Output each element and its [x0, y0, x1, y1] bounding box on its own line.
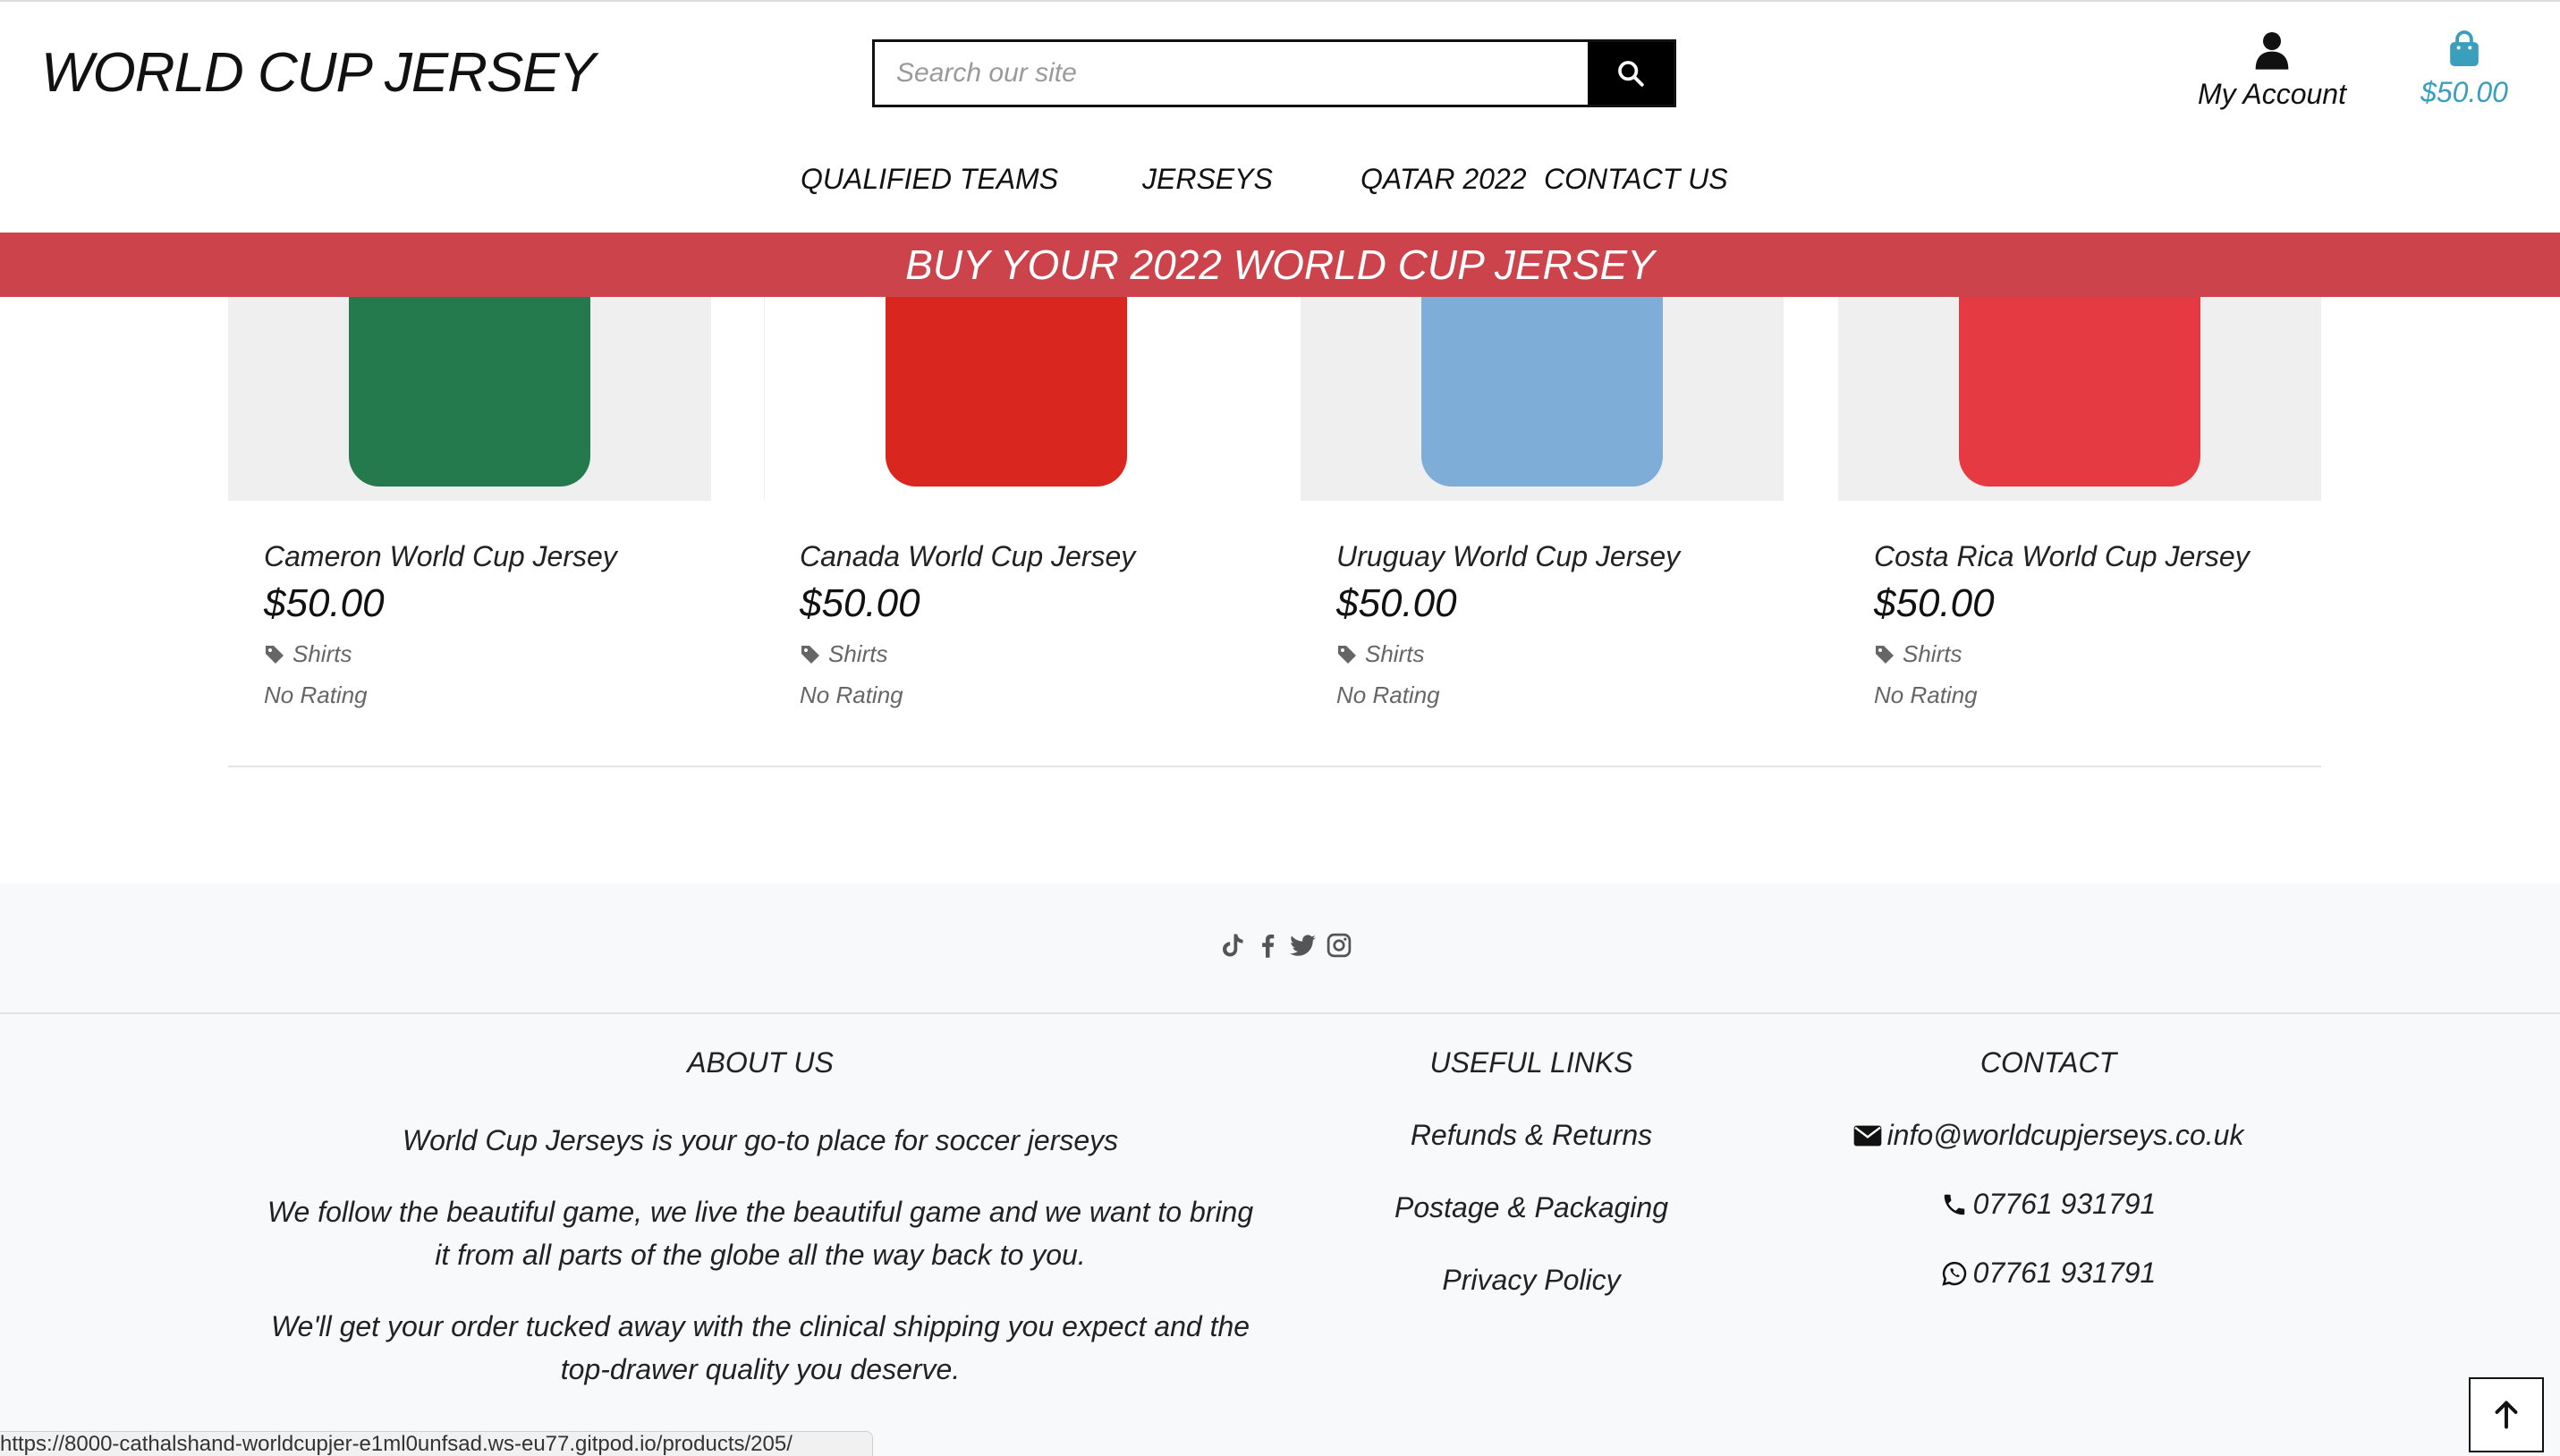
useful-links-section: USEFUL LINKS Refunds & Returns Postage &… — [1352, 1046, 1710, 1336]
my-account-label: My Account — [2198, 78, 2346, 110]
shopping-bag-icon — [2450, 30, 2479, 66]
product-rating: No Rating — [800, 681, 903, 708]
site-footer: ABOUT US World Cup Jerseys is your go-to… — [0, 884, 2560, 1456]
product-card[interactable]: Uruguay World Cup Jersey $50.00 Shirts N… — [1301, 297, 1784, 708]
social-links — [1216, 930, 1354, 961]
contact-whatsapp[interactable]: 07761 931791 — [1825, 1257, 2272, 1290]
promo-banner: BUY YOUR 2022 WORLD CUP JERSEY — [0, 233, 2560, 297]
my-account-link[interactable]: My Account — [2183, 30, 2361, 111]
twitter-icon[interactable] — [1288, 930, 1318, 961]
nav-qualified-teams[interactable]: QUALIFIED TEAMS — [801, 163, 1058, 196]
product-category-label: Shirts — [828, 640, 888, 667]
product-card[interactable]: Cameron World Cup Jersey $50.00 Shirts N… — [228, 297, 711, 708]
product-card[interactable]: Canada World Cup Jersey $50.00 Shirts No… — [764, 297, 1248, 708]
product-card[interactable]: Costa Rica World Cup Jersey $50.00 Shirt… — [1838, 297, 2321, 708]
product-price: $50.00 — [1336, 581, 1457, 625]
postage-packaging-link[interactable]: Postage & Packaging — [1352, 1191, 1710, 1224]
cart-total: $50.00 — [2420, 76, 2508, 108]
phone-icon — [1944, 1194, 1964, 1215]
tiktok-icon[interactable] — [1216, 930, 1247, 961]
site-logo[interactable]: WORLD CUP JERSEY — [41, 41, 596, 105]
tag-icon — [801, 645, 819, 664]
cart-link[interactable]: $50.00 — [2397, 30, 2531, 109]
product-price: $50.00 — [1874, 581, 1995, 625]
nav-contact-us[interactable]: CONTACT US — [1544, 163, 1728, 196]
contact-whatsapp-text: 07761 931791 — [1972, 1257, 2157, 1289]
back-to-top-button[interactable] — [2469, 1377, 2544, 1452]
product-name[interactable]: Canada World Cup Jersey — [800, 540, 1135, 573]
main-nav: QUALIFIED TEAMS JERSEYS QATAR 2022 CONTA… — [0, 163, 2560, 204]
product-image[interactable] — [764, 297, 1248, 501]
contact-heading: CONTACT — [1979, 1046, 2117, 1079]
about-us-text: World Cup Jerseys is your go-to place fo… — [402, 1124, 1119, 1156]
top-border — [0, 0, 2560, 2]
product-image[interactable] — [228, 297, 711, 501]
jersey-image — [1959, 297, 2200, 487]
arrow-up-icon — [2495, 1401, 2518, 1429]
jersey-image — [1421, 297, 1663, 487]
tag-icon — [1338, 645, 1356, 664]
product-image[interactable] — [1838, 297, 2321, 501]
contact-phone[interactable]: 07761 931791 — [1825, 1188, 2272, 1221]
product-name[interactable]: Costa Rica World Cup Jersey — [1874, 540, 2250, 573]
tag-icon — [1876, 645, 1894, 664]
search-button[interactable] — [1588, 42, 1674, 105]
whatsapp-icon — [1942, 1261, 1966, 1286]
about-us-section: ABOUT US World Cup Jerseys is your go-to… — [264, 1046, 1257, 1419]
privacy-policy-link[interactable]: Privacy Policy — [1352, 1264, 1710, 1297]
about-us-text: We'll get your order tucked away with th… — [270, 1310, 1250, 1385]
instagram-icon[interactable] — [1324, 930, 1354, 961]
product-name[interactable]: Uruguay World Cup Jersey — [1336, 540, 1680, 573]
product-price: $50.00 — [800, 581, 920, 625]
contact-email-text: info@worldcupjerseys.co.uk — [1886, 1119, 2244, 1151]
contact-section: CONTACT info@worldcupjerseys.co.uk 07761… — [1825, 1046, 2272, 1325]
product-grid-divider — [228, 766, 2321, 767]
product-rating: No Rating — [1336, 681, 1440, 708]
product-category[interactable]: Shirts — [800, 640, 887, 668]
product-category-label: Shirts — [292, 640, 352, 667]
product-image[interactable] — [1301, 297, 1784, 501]
product-category[interactable]: Shirts — [264, 640, 352, 668]
product-category[interactable]: Shirts — [1336, 640, 1424, 668]
refunds-returns-link[interactable]: Refunds & Returns — [1352, 1119, 1710, 1152]
envelope-icon — [1853, 1125, 1881, 1146]
product-rating: No Rating — [1874, 681, 1978, 708]
product-category-label: Shirts — [1365, 640, 1425, 667]
facebook-icon[interactable] — [1252, 930, 1283, 961]
contact-phone-text: 07761 931791 — [1972, 1188, 2157, 1220]
product-category[interactable]: Shirts — [1874, 640, 1962, 668]
search-form — [872, 39, 1676, 107]
contact-email[interactable]: info@worldcupjerseys.co.uk — [1825, 1119, 2272, 1152]
product-rating: No Rating — [264, 681, 368, 708]
search-input[interactable] — [875, 42, 1588, 105]
jersey-image — [886, 297, 1127, 487]
product-name[interactable]: Cameron World Cup Jersey — [264, 540, 617, 573]
nav-jerseys[interactable]: JERSEYS — [1142, 163, 1273, 196]
product-category-label: Shirts — [1903, 640, 1962, 667]
nav-qatar-2022[interactable]: QATAR 2022 — [1361, 163, 1527, 196]
product-price: $50.00 — [264, 581, 385, 625]
user-icon — [2255, 32, 2289, 70]
tag-icon — [266, 645, 284, 664]
browser-status-url: https://8000-cathalshand-worldcupjer-e1m… — [0, 1431, 873, 1456]
jersey-image — [349, 297, 590, 487]
useful-links-heading: USEFUL LINKS — [1429, 1046, 1633, 1079]
about-us-heading: ABOUT US — [687, 1046, 834, 1079]
footer-separator — [0, 1012, 2560, 1014]
about-us-text: We follow the beautiful game, we live th… — [267, 1196, 1254, 1271]
search-icon — [1618, 61, 1644, 87]
